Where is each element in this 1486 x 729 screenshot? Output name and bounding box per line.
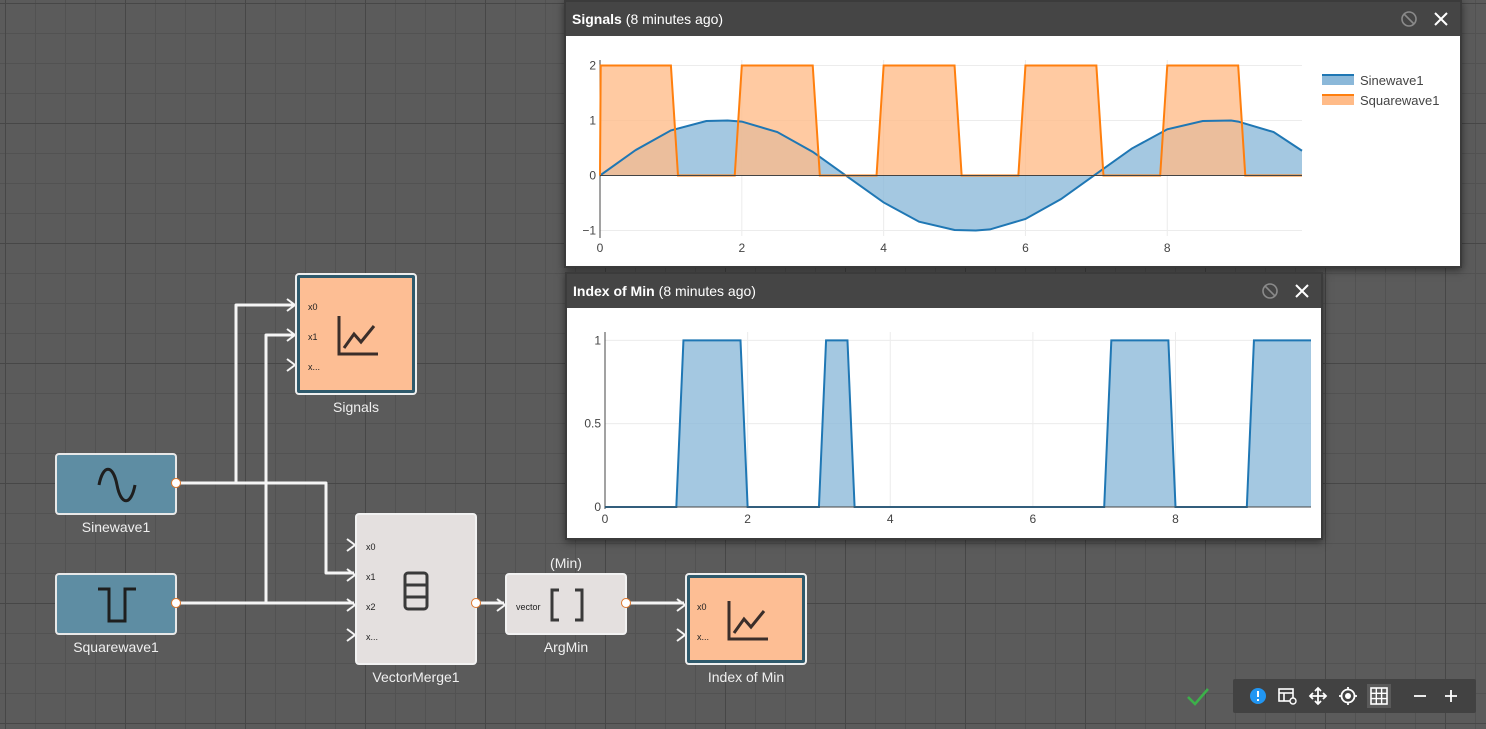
center-button[interactable]	[1336, 684, 1360, 708]
vectormerge-port-x0: x0	[366, 542, 376, 552]
brackets-icon	[550, 588, 584, 622]
table-view-icon	[1278, 688, 1297, 705]
arrow-merge-xn	[346, 628, 357, 642]
signals-port-x1: x1	[308, 332, 318, 342]
index-panel-title: Index of Min	[573, 283, 655, 299]
x-tick-label: 8	[1164, 241, 1171, 255]
vectormerge-port-x2: x2	[366, 602, 376, 612]
squarewave-node-label: Squarewave1	[73, 639, 159, 655]
sinewave-node[interactable]	[55, 453, 177, 515]
close-icon[interactable]	[1293, 282, 1311, 300]
y-tick-label: 0.5	[584, 417, 601, 431]
index-panel-timestamp: (8 minutes ago)	[658, 283, 756, 299]
stack-icon	[403, 571, 429, 611]
line-chart-icon	[337, 316, 378, 356]
argmin-annotation: (Min)	[550, 555, 582, 571]
vectormerge-node[interactable]: x0 x1 x2 x...	[355, 513, 477, 665]
arrow-merge-x0	[346, 538, 357, 552]
index-of-min-node-label: Index of Min	[707, 669, 785, 685]
signals-node-label: Signals	[333, 399, 379, 415]
move-button[interactable]	[1306, 684, 1330, 708]
signals-panel-timestamp: (8 minutes ago)	[625, 11, 724, 27]
line-chart-icon	[727, 601, 768, 641]
signals-chart-area: 0 2 4 6 8 −1 0 1 2 Sinewave1 Squarewave1	[570, 40, 1456, 262]
signals-node[interactable]: x0 x1 x...	[295, 273, 417, 395]
vectormerge-port-xn: x...	[366, 632, 379, 642]
x-tick-label: 0	[597, 241, 604, 255]
grid-icon	[1370, 687, 1388, 705]
x-tick-label: 6	[1022, 241, 1029, 255]
arrow-merge-x2	[346, 598, 357, 612]
arrow-argmin-vector	[496, 598, 507, 612]
x-tick-label: 0	[602, 512, 609, 526]
legend-label-1: Squarewave1	[1360, 93, 1440, 108]
move-icon	[1308, 686, 1328, 706]
index-of-min-chart-panel[interactable]: Index of Min (8 minutes ago) 0 2 4 6 8 0 0.5 1	[565, 272, 1323, 540]
wire-sinewave-signals	[176, 303, 294, 485]
argmin-node[interactable]: vector	[505, 573, 627, 635]
legend-swatch-1	[1322, 95, 1354, 105]
center-icon	[1339, 687, 1357, 705]
squarewave-output-port[interactable]	[171, 598, 181, 608]
block-icon[interactable]	[1400, 10, 1418, 28]
x-tick-label: 6	[1030, 512, 1037, 526]
signals-chart-panel[interactable]: Signals (8 minutes ago) 0 2 4 6 8 −1 0 1 2 Sinewa…	[564, 0, 1462, 268]
zoom-out-icon	[1414, 695, 1426, 697]
index-of-min-node[interactable]: x0 x...	[685, 573, 807, 665]
arrow-merge-x1	[346, 568, 357, 582]
check-icon	[1187, 688, 1209, 706]
signals-panel-header[interactable]: Signals (8 minutes ago)	[566, 2, 1460, 36]
signals-port-x0: x0	[308, 302, 318, 312]
x-tick-label: 4	[880, 241, 887, 255]
y-tick-label: 0	[589, 169, 596, 183]
sine-wave-icon	[97, 467, 137, 503]
signals-port-xn: x...	[308, 362, 321, 372]
info-icon	[1250, 688, 1266, 704]
y-tick-label: 0	[594, 500, 601, 514]
vectormerge-output-port[interactable]	[471, 598, 481, 608]
vectormerge-node-label: VectorMerge1	[372, 669, 460, 685]
vectormerge-port-x1: x1	[366, 572, 376, 582]
sinewave-output-port[interactable]	[171, 478, 181, 488]
canvas-toolbar	[1233, 679, 1476, 713]
grid-button[interactable]	[1367, 684, 1391, 708]
argmin-port-vector: vector	[516, 602, 541, 612]
zoom-in-button[interactable]	[1439, 684, 1463, 708]
y-tick-label: 2	[589, 59, 596, 73]
x-tick-label: 8	[1172, 512, 1179, 526]
arrow-signals-xn	[286, 358, 297, 372]
index-port-xn: x...	[697, 632, 710, 642]
y-tick-label: −1	[582, 224, 596, 238]
index-chart-area: 0 2 4 6 8 0 0.5 1	[571, 312, 1317, 534]
zoom-out-button[interactable]	[1408, 684, 1432, 708]
argmin-node-label: ArgMin	[543, 639, 589, 655]
x-tick-label: 2	[744, 512, 751, 526]
index-of-min-chart: 0 2 4 6 8 0 0.5 1	[584, 332, 1311, 526]
sinewave-node-label: Sinewave1	[81, 519, 151, 535]
arrow-index-x0	[676, 598, 687, 612]
table-view-button[interactable]	[1275, 684, 1299, 708]
info-button[interactable]	[1246, 684, 1270, 708]
legend-swatch-0	[1322, 75, 1354, 85]
x-tick-label: 4	[887, 512, 894, 526]
y-tick-label: 1	[594, 333, 601, 347]
squarewave-node[interactable]	[55, 573, 177, 635]
legend-label-0: Sinewave1	[1360, 73, 1424, 88]
signals-panel-title: Signals	[572, 11, 622, 27]
index-port-x0: x0	[697, 602, 707, 612]
square-wave-icon	[98, 587, 136, 623]
close-icon[interactable]	[1432, 10, 1450, 28]
argmin-output-port[interactable]	[621, 598, 631, 608]
signals-chart: 0 2 4 6 8−1012Sinewave1Squarewave1	[582, 59, 1440, 256]
block-icon[interactable]	[1261, 282, 1279, 300]
zoom-in-icon	[1445, 690, 1457, 702]
y-tick-label: 1	[589, 114, 596, 128]
arrow-index-xn	[676, 628, 687, 642]
index-panel-header[interactable]: Index of Min (8 minutes ago)	[567, 274, 1321, 308]
x-tick-label: 2	[738, 241, 745, 255]
